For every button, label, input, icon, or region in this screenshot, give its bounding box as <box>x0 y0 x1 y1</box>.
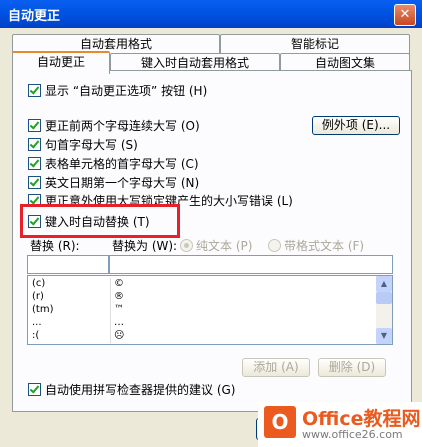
exceptions-button[interactable]: 例外项 (E)... <box>312 116 400 135</box>
list-item[interactable]: ...… <box>28 317 375 330</box>
logo-title: Office教程网 <box>302 408 421 430</box>
two-initial-caps-checkbox[interactable] <box>28 119 41 132</box>
scroll-down-icon[interactable]: ▼ <box>376 328 392 344</box>
day-names-checkbox[interactable] <box>28 176 41 189</box>
plain-text-option[interactable]: 纯文本 (P) <box>180 237 252 254</box>
with-input[interactable] <box>109 255 393 274</box>
add-button[interactable]: 添加 (A) <box>242 358 310 377</box>
autocorrect-dialog: 自动更正 ✕ 自动套用格式 智能标记 自动更正 键入时自动套用格式 自动图文集 … <box>0 0 422 447</box>
replace-as-you-type-option[interactable]: 键入时自动替换 (T) <box>28 213 150 230</box>
close-icon: ✕ <box>399 7 411 22</box>
spell-suggest-checkbox[interactable] <box>28 383 41 396</box>
title-bar: 自动更正 ✕ <box>0 0 422 28</box>
formatted-text-option[interactable]: 带格式文本 (F) <box>268 237 364 254</box>
show-buttons-checkbox[interactable] <box>28 84 41 97</box>
office-logo-icon: O <box>264 406 296 438</box>
window-title: 自动更正 <box>8 9 61 24</box>
delete-button[interactable]: 删除 (D) <box>318 358 386 377</box>
sentence-cap-option[interactable]: 句首字母大写 (S) <box>28 136 138 153</box>
tab-autocorrect[interactable]: 自动更正 <box>12 51 110 74</box>
table-cell-cap-checkbox[interactable] <box>28 157 41 170</box>
list-item[interactable]: (tm) ™ <box>28 304 375 317</box>
list-item[interactable]: (c) © <box>28 278 375 291</box>
replace-input[interactable] <box>27 255 109 274</box>
table-cell-cap-option[interactable]: 表格单元格的首字母大写 (C) <box>28 155 199 172</box>
scroll-thumb[interactable] <box>376 292 392 304</box>
sentence-cap-checkbox[interactable] <box>28 138 41 151</box>
replacement-list[interactable]: (c) © (r) ® (tm) ™ ...… :(☹ ▲ ▼ <box>27 275 393 345</box>
formatted-text-radio[interactable] <box>268 239 281 252</box>
spell-suggest-option[interactable]: 自动使用拼写检查器提供的建议 (G) <box>28 381 235 398</box>
list-item[interactable]: :(☹ <box>28 330 375 343</box>
list-item[interactable]: (r) ® <box>28 291 375 304</box>
show-buttons-option[interactable]: 显示 “自动更正选项” 按钮 (H) <box>28 82 207 99</box>
logo-url: www.office26.com <box>302 428 403 441</box>
scroll-up-icon[interactable]: ▲ <box>376 276 392 292</box>
replace-as-you-type-checkbox[interactable] <box>28 215 41 228</box>
with-label: 替换为 (W): <box>112 239 178 253</box>
replace-label: 替换 (R): <box>30 239 80 253</box>
tab-smart-tags[interactable]: 智能标记 <box>220 34 410 54</box>
close-button[interactable]: ✕ <box>394 4 416 26</box>
day-names-option[interactable]: 英文日期第一个字母大写 (N) <box>28 174 199 191</box>
plain-text-radio[interactable] <box>180 239 193 252</box>
list-scrollbar[interactable]: ▲ ▼ <box>376 276 392 344</box>
two-initial-caps-option[interactable]: 更正前两个字母连续大写 (O) <box>28 117 200 134</box>
watermark-logo: O Office教程网 www.office26.com <box>258 402 422 447</box>
